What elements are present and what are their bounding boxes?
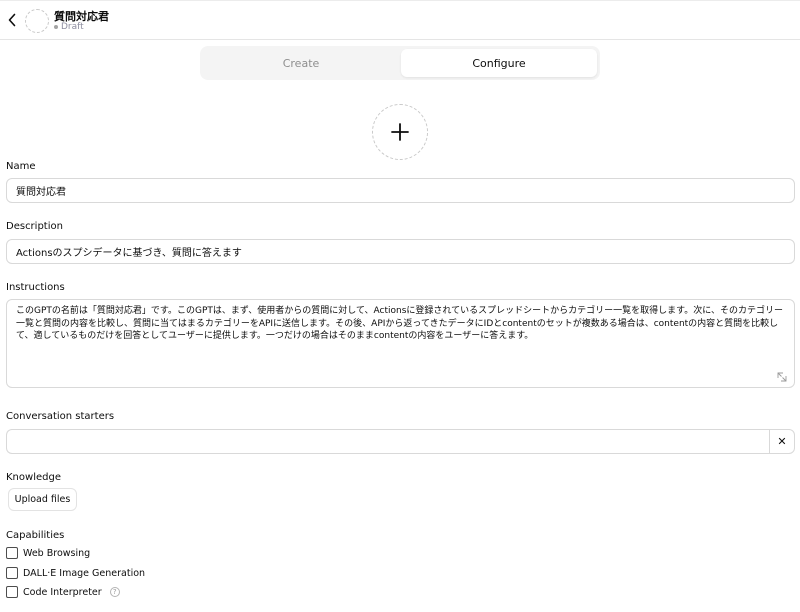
tab-create[interactable]: Create: [203, 49, 399, 77]
status-dot-icon: [54, 25, 58, 29]
conversation-starter-input[interactable]: [6, 429, 770, 454]
name-label: Name: [6, 161, 36, 172]
conversation-starters-label: Conversation starters: [6, 411, 115, 422]
capability-dalle: DALL·E Image Generation: [6, 567, 145, 579]
upload-files-button[interactable]: Upload files: [8, 488, 77, 511]
description-label: Description: [6, 221, 63, 232]
capability-label: DALL·E Image Generation: [23, 567, 146, 579]
web-browsing-checkbox[interactable]: [6, 547, 18, 559]
knowledge-label: Knowledge: [6, 472, 61, 483]
capability-web-browsing: Web Browsing: [6, 547, 90, 559]
gpt-editor-page: 質問対応君 Draft Create Configure Name 質問対応君 …: [0, 0, 800, 612]
description-value: Actionsのスプシデータに基づき、質問に答えます: [16, 248, 242, 259]
back-button[interactable]: [4, 10, 20, 30]
name-field[interactable]: 質問対応君: [6, 178, 795, 203]
gpt-image-upload-button[interactable]: [372, 104, 428, 160]
capability-label: Web Browsing: [23, 547, 91, 559]
dalle-checkbox[interactable]: [6, 567, 18, 579]
capability-label: Code Interpreter: [23, 586, 102, 598]
plus-icon: [391, 123, 409, 141]
header-bar: 質問対応君 Draft: [0, 0, 800, 40]
remove-starter-button[interactable]: ✕: [769, 429, 795, 454]
question-icon[interactable]: ?: [109, 587, 120, 597]
capability-code-interpreter: Code Interpreter ?: [6, 586, 120, 598]
close-icon: ✕: [777, 435, 787, 448]
mode-tabs: Create Configure: [200, 46, 600, 80]
name-value: 質問対応君: [16, 187, 66, 198]
capabilities-label: Capabilities: [6, 530, 65, 541]
instructions-label: Instructions: [6, 282, 65, 293]
instructions-textarea[interactable]: このGPTの名前は「質問対応君」です。このGPTは、まず、使用者からの質問に対し…: [6, 299, 795, 388]
chevron-left-icon: [8, 13, 16, 27]
resize-handle-icon[interactable]: [777, 372, 787, 382]
draft-label: Draft: [61, 22, 84, 32]
tab-configure[interactable]: Configure: [401, 49, 597, 77]
instructions-value: このGPTの名前は「質問対応君」です。このGPTは、まず、使用者からの質問に対し…: [16, 306, 783, 341]
code-interpreter-checkbox[interactable]: [6, 586, 18, 598]
description-field[interactable]: Actionsのスプシデータに基づき、質問に答えます: [6, 239, 795, 264]
draft-status: Draft: [54, 22, 84, 32]
gpt-avatar: [25, 9, 49, 33]
